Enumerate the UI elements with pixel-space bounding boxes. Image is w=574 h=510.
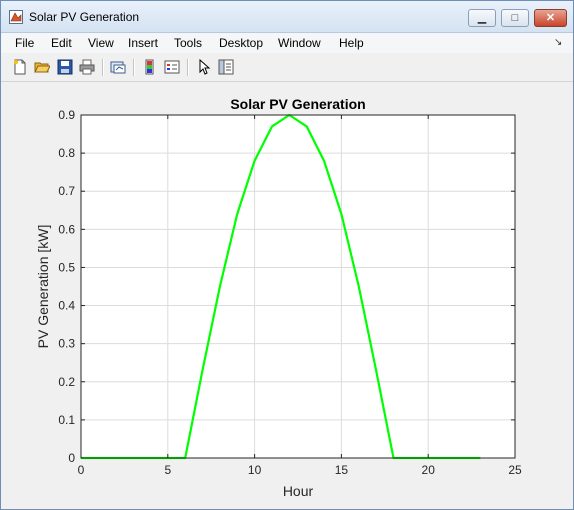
new-figure-icon[interactable]	[12, 59, 28, 75]
x-tick-label: 5	[164, 463, 171, 477]
open-file-icon[interactable]	[34, 59, 50, 75]
y-tick-label: 0.3	[58, 337, 75, 351]
plot-area	[81, 115, 515, 458]
y-tick-label: 0	[68, 451, 75, 465]
menu-window[interactable]: Window	[278, 36, 321, 50]
x-tick-label: 15	[335, 463, 349, 477]
y-tick-label: 0.7	[58, 184, 75, 198]
property-inspector-icon[interactable]	[218, 59, 234, 75]
matlab-app-icon	[9, 10, 23, 24]
minimize-button[interactable]: ▁	[468, 9, 496, 27]
chart-title: Solar PV Generation	[230, 96, 365, 112]
insert-legend-icon[interactable]	[164, 59, 180, 75]
menu-file[interactable]: File	[15, 36, 34, 50]
menu-insert[interactable]: Insert	[128, 36, 158, 50]
close-button[interactable]: ✕	[534, 9, 567, 27]
insert-colorbar-icon[interactable]	[142, 59, 158, 75]
menu-desktop[interactable]: Desktop	[219, 36, 263, 50]
window-title: Solar PV Generation	[29, 10, 140, 24]
toolbar-separator	[133, 59, 135, 76]
maximize-button[interactable]: □	[501, 9, 529, 27]
toolbar-separator	[102, 59, 104, 76]
menu-tools[interactable]: Tools	[174, 36, 202, 50]
y-tick-label: 0.8	[58, 146, 75, 160]
y-tick-label: 0.9	[58, 108, 75, 122]
save-icon[interactable]	[57, 59, 73, 75]
y-tick-label: 0.4	[58, 299, 75, 313]
menu-edit[interactable]: Edit	[51, 36, 72, 50]
x-tick-label: 20	[422, 463, 436, 477]
figure-toolbar	[1, 54, 573, 82]
y-axis-label: PV Generation [kW]	[35, 225, 51, 349]
figure-window: Solar PV Generation ▁ □ ✕ File Edit View…	[0, 0, 574, 510]
menu-view[interactable]: View	[88, 36, 114, 50]
link-plot-icon[interactable]	[110, 59, 126, 75]
y-tick-label: 0.2	[58, 375, 75, 389]
y-tick-label: 0.5	[58, 260, 75, 274]
menu-overflow-icon[interactable]: ↘	[554, 37, 562, 48]
menu-bar: File Edit View Insert Tools Desktop Wind…	[1, 33, 573, 53]
plot-svg[interactable]: 0 5 10 15 20 25 0 0.1 0.2 0.3 0.4 0.5 0.6 0.7 0.8 0.9 So…	[1, 82, 573, 509]
title-bar[interactable]: Solar PV Generation ▁ □ ✕	[1, 1, 573, 33]
figure-canvas[interactable]: 0 5 10 15 20 25 0 0.1 0.2 0.3 0.4 0.5 0.6 0.7 0.8 0.9 So…	[1, 82, 573, 509]
edit-plot-arrow-icon[interactable]	[196, 59, 212, 75]
x-axis-label: Hour	[283, 483, 314, 499]
menu-help[interactable]: Help	[339, 36, 364, 50]
y-tick-label: 0.6	[58, 222, 75, 236]
y-tick-label: 0.1	[58, 413, 75, 427]
x-tick-label: 10	[248, 463, 262, 477]
x-tick-label: 25	[508, 463, 522, 477]
toolbar-separator	[187, 59, 189, 76]
x-tick-label: 0	[78, 463, 85, 477]
print-icon[interactable]	[79, 59, 95, 75]
